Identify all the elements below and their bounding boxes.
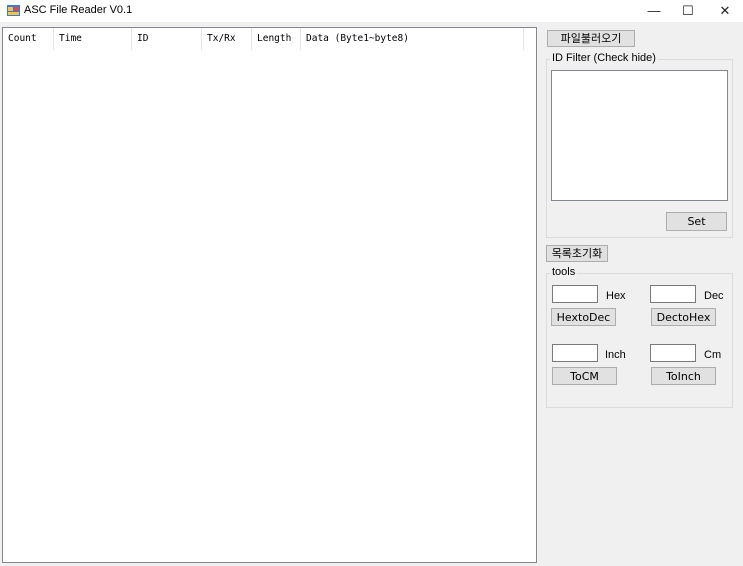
column-header-count[interactable]: Count: [3, 28, 54, 50]
title-bar: ASC File Reader V0.1 — ☐ ✕: [0, 0, 743, 22]
column-header-txrx[interactable]: Tx/Rx: [202, 28, 252, 50]
dec-input[interactable]: [650, 285, 696, 303]
reset-list-button[interactable]: 목록초기화: [546, 245, 608, 262]
dec-to-hex-button[interactable]: DectoHex: [651, 308, 716, 326]
column-header-time[interactable]: Time: [54, 28, 132, 50]
app-icon: [7, 5, 20, 16]
inch-input[interactable]: [552, 344, 598, 362]
minimize-button[interactable]: —: [636, 0, 672, 22]
window-title: ASC File Reader V0.1: [24, 4, 133, 16]
close-button[interactable]: ✕: [707, 0, 743, 22]
column-header-id[interactable]: ID: [132, 28, 202, 50]
load-file-button[interactable]: 파일불러오기: [547, 30, 635, 47]
cm-label: Cm: [704, 349, 722, 361]
message-list[interactable]: Count Time ID Tx/Rx Length Data (Byte1~b…: [2, 27, 537, 563]
column-header-data[interactable]: Data (Byte1~byte8): [301, 28, 524, 50]
inch-label: Inch: [605, 349, 626, 361]
to-cm-button[interactable]: ToCM: [552, 367, 617, 385]
to-inch-button[interactable]: ToInch: [651, 367, 716, 385]
id-filter-checklist[interactable]: [551, 70, 728, 201]
tools-label: tools: [550, 266, 578, 278]
dec-label: Dec: [704, 290, 724, 302]
hex-input[interactable]: [552, 285, 598, 303]
column-header-length[interactable]: Length: [252, 28, 301, 50]
cm-input[interactable]: [650, 344, 696, 362]
list-header: Count Time ID Tx/Rx Length Data (Byte1~b…: [3, 28, 536, 50]
hex-label: Hex: [606, 290, 626, 302]
hex-to-dec-button[interactable]: HextoDec: [551, 308, 616, 326]
set-button[interactable]: Set: [666, 212, 727, 231]
maximize-button[interactable]: ☐: [670, 0, 706, 22]
id-filter-label: ID Filter (Check hide): [550, 52, 658, 64]
